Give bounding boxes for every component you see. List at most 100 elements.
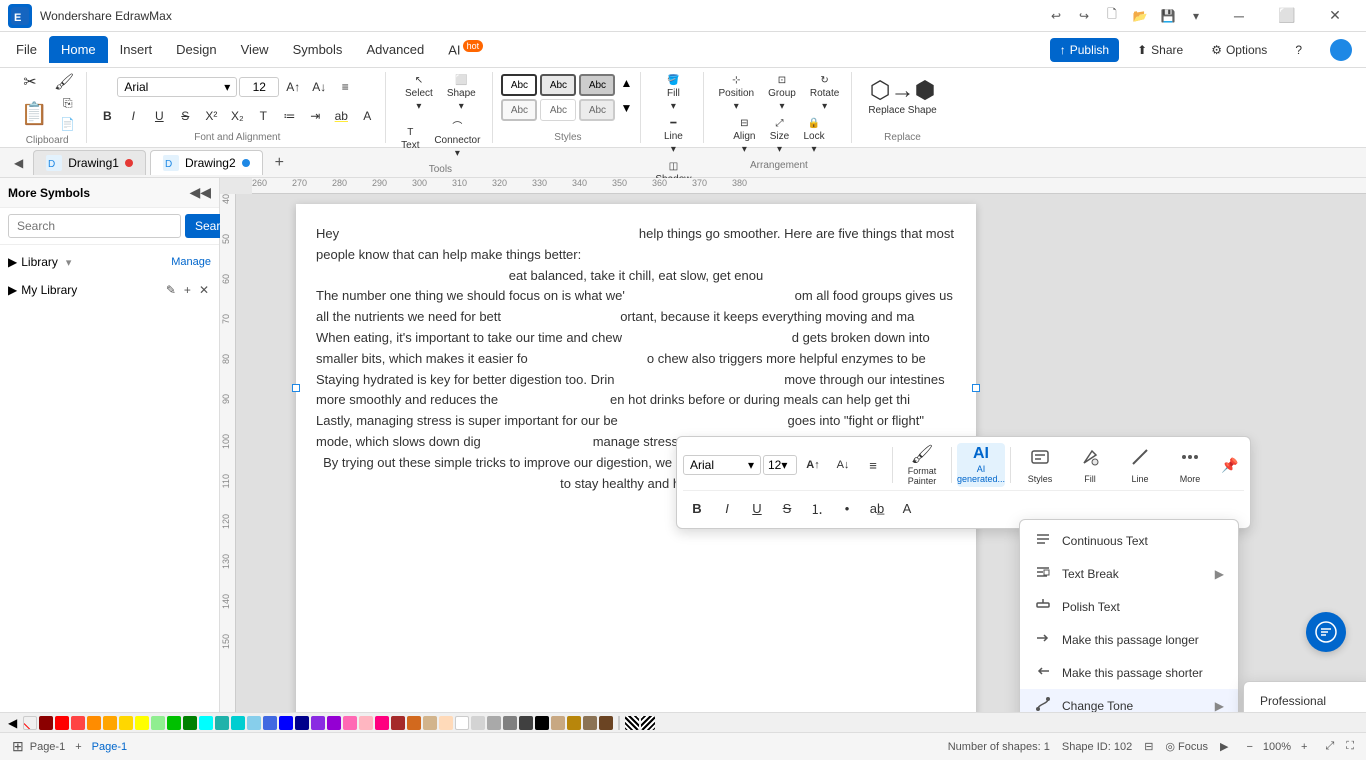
replace-shape-button[interactable]: ⬡→⬢ Replace Shape [860,72,944,120]
ft-italic[interactable]: I [713,494,741,522]
ft-decrease-font[interactable]: A↓ [829,451,857,479]
underline-button[interactable]: U [147,107,171,125]
selection-handle-left[interactable] [292,384,300,392]
ft-font-size[interactable]: 12 ▾ [763,455,797,475]
my-library-header[interactable]: ▶ My Library ✎ + ✕ [8,277,211,303]
sidebar-collapse-button[interactable]: ◀◀ [189,184,211,201]
ft-font-name[interactable]: Arial ▾ [683,455,761,475]
menu-home[interactable]: Home [49,36,108,63]
color-swatch-skyblue[interactable] [247,716,261,730]
open-button[interactable]: 📂 [1128,4,1152,28]
ft-pin-button[interactable]: 📌 [1216,451,1244,479]
save-button[interactable]: 💾 [1156,4,1180,28]
color-swatch-green2[interactable] [183,716,197,730]
color-swatch-extra2[interactable] [567,716,581,730]
ft-increase-font[interactable]: A↑ [799,451,827,479]
cm-make-longer[interactable]: Make this passage longer [1020,623,1238,656]
color-swatch-red1[interactable] [55,716,69,730]
options-button[interactable]: ⚙ Options [1201,38,1277,62]
cm-continuous-text[interactable]: Continuous Text [1020,524,1238,557]
ft-list-num[interactable]: ⒈ [803,494,831,522]
rotate-button[interactable]: ↻ Rotate ▾ [804,72,845,115]
color-swatch-rose[interactable] [375,716,389,730]
bold-button[interactable]: B [95,107,119,125]
ft-font-color[interactable]: A [893,494,921,522]
align-button[interactable]: ⊟ Align ▾ [727,115,761,158]
style-swatch-6[interactable]: Abc [579,99,615,121]
color-swatch-pink1[interactable] [343,716,357,730]
zoom-in-button[interactable]: + [1295,739,1313,755]
color-swatch-stripe2[interactable] [641,716,655,730]
text-align-button[interactable]: ≡ [333,78,357,96]
styles-scroll-up[interactable]: ▲ [618,74,634,96]
menu-advanced[interactable]: Advanced [354,36,436,63]
indent-button[interactable]: ⇥ [303,107,327,125]
color-swatch-extra3[interactable] [583,716,597,730]
ft-fill-button[interactable]: Fill [1066,443,1114,487]
search-input[interactable] [8,214,181,238]
size-button[interactable]: ⤢ Size ▾ [763,115,795,158]
cm-change-tone[interactable]: Change Tone ▶ [1020,689,1238,712]
cm-make-shorter[interactable]: Make this passage shorter [1020,656,1238,689]
layers-button[interactable]: ⊟ [1144,740,1153,753]
color-swatch-darkred[interactable] [39,716,53,730]
color-swatch-orange1[interactable] [87,716,101,730]
menu-insert[interactable]: Insert [108,36,165,63]
shape-button[interactable]: ⬜ Shape ▾ [441,72,482,115]
color-swatch-teal1[interactable] [199,716,213,730]
color-swatch-yellow1[interactable] [119,716,133,730]
color-swatch-white[interactable] [455,716,469,730]
my-library-add-button[interactable]: + [182,281,193,299]
copy-format-button[interactable]: 🖌 [48,72,80,94]
style-swatch-4[interactable]: Abc [501,99,537,121]
color-swatch-green1[interactable] [167,716,181,730]
decrease-font-button[interactable]: A↓ [307,78,331,96]
styles-scroll-down[interactable]: ▼ [618,99,634,121]
cut-button[interactable]: ✂ [14,72,46,94]
copy-button[interactable]: ⎘ [56,94,80,113]
color-swatch-cyan[interactable] [231,716,245,730]
list-button[interactable]: ≔ [277,107,301,125]
color-swatch-stripe1[interactable] [625,716,639,730]
more-qa-button[interactable]: ▾ [1184,4,1208,28]
menu-symbols[interactable]: Symbols [281,36,355,63]
color-swatch-purple2[interactable] [327,716,341,730]
menu-ai[interactable]: AIhot [436,35,495,63]
strikethrough-button[interactable]: S [173,107,197,125]
font-color-button[interactable]: A [355,107,379,125]
publish-button[interactable]: ↑ Publish [1050,38,1119,62]
color-swatch-extra4[interactable] [599,716,613,730]
ft-strikethrough[interactable]: S [773,494,801,522]
tab-drawing1[interactable]: D Drawing1 [33,150,146,175]
text-effect-button[interactable]: T [251,107,275,125]
ft-list-bullet[interactable]: • [833,494,861,522]
format-painter-button[interactable]: 🖌 Format Painter [898,443,946,487]
fill-button[interactable]: 🪣 Fill ▾ [657,72,689,115]
cm-polish-text[interactable]: Polish Text [1020,590,1238,623]
redo-button[interactable]: ↪ [1072,4,1096,28]
cm-text-break[interactable]: Text Break ▶ [1020,557,1238,590]
style-swatch-3[interactable]: Abc [579,74,615,96]
user-avatar[interactable] [1320,34,1362,66]
color-swatch-black[interactable] [535,716,549,730]
connector-button[interactable]: ⌒ Connector ▾ [428,115,486,162]
text-button[interactable]: T Text [394,124,426,154]
color-swatch-gray2[interactable] [503,716,517,730]
font-name-dropdown[interactable]: Arial ▾ [117,77,237,97]
style-swatch-1[interactable]: Abc [501,74,537,96]
menu-view[interactable]: View [229,36,281,63]
subscript-button[interactable]: X₂ [225,107,249,125]
my-library-edit-button[interactable]: ✎ [164,281,178,299]
color-swatch-teal2[interactable] [215,716,229,730]
page-nav-left[interactable]: ◀ [8,152,29,174]
superscript-button[interactable]: X² [199,107,223,125]
page-add-button[interactable]: + [71,739,85,755]
ft-more-button[interactable]: More [1166,443,1214,487]
paste-special-button[interactable]: 📄 [56,115,80,133]
focus-button[interactable]: ◎ Focus [1165,740,1208,753]
lock-button[interactable]: 🔒 Lock ▾ [797,115,830,158]
share-button[interactable]: ⬆ Share [1127,38,1193,62]
fullscreen-button[interactable]: ⛶ [1346,740,1354,753]
color-swatch-peach[interactable] [439,716,453,730]
color-swatch-blue2[interactable] [279,716,293,730]
